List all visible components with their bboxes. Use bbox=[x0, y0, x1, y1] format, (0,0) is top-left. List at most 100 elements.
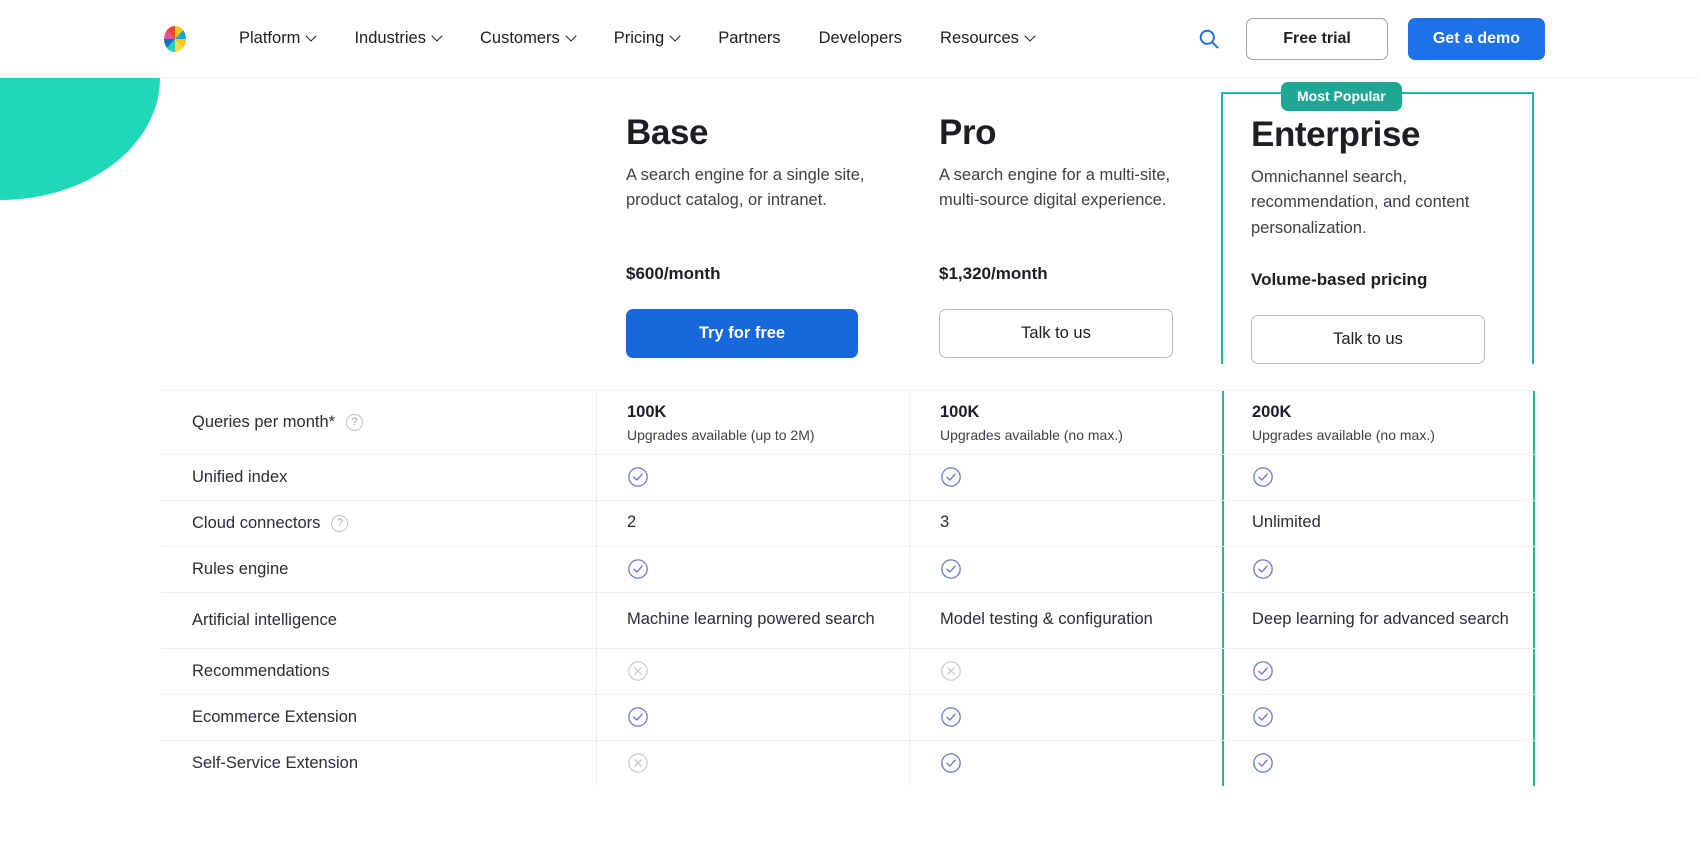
feature-value-text: 3 bbox=[940, 513, 950, 532]
nav-item-partners[interactable]: Partners bbox=[699, 23, 799, 54]
check-circle-icon bbox=[628, 559, 648, 580]
plan-price: Volume-based pricing bbox=[1251, 269, 1428, 289]
try-for-free-button[interactable]: Try for free bbox=[626, 308, 858, 358]
nav-label: Pricing bbox=[613, 29, 665, 47]
feature-value-text: Unlimited bbox=[1252, 513, 1321, 532]
elastic-logo[interactable] bbox=[160, 24, 190, 54]
check-circle-icon bbox=[1253, 467, 1273, 488]
feature-label-cell: Unified index bbox=[162, 455, 596, 500]
feature-value-cell-pro bbox=[909, 740, 1222, 786]
feature-label-cell: Ecommerce Extension bbox=[162, 695, 596, 740]
top-navigation-bar: Platform Industries Customers Pricing Pa… bbox=[0, 0, 1700, 78]
check-circle-icon bbox=[941, 467, 961, 488]
feature-value-cell-base bbox=[596, 546, 909, 592]
feature-label-cell: Queries per month*? bbox=[162, 391, 596, 454]
nav-label: Developers bbox=[818, 29, 903, 47]
plan-card-enterprise: Most Popular Enterprise Omnichannel sear… bbox=[1221, 82, 1534, 364]
nav-item-pricing[interactable]: Pricing bbox=[595, 23, 699, 54]
feature-value-text: Deep learning for advanced search bbox=[1252, 610, 1509, 629]
pricing-page-content: Base A search engine for a single site, … bbox=[0, 78, 1700, 786]
talk-to-us-button[interactable]: Talk to us bbox=[1251, 314, 1485, 364]
feature-label: Queries per month* bbox=[192, 412, 336, 431]
check-circle-icon bbox=[1253, 559, 1273, 580]
feature-value-cell-enterprise bbox=[1222, 740, 1535, 786]
plan-title: Base bbox=[626, 113, 709, 152]
x-circle-icon bbox=[941, 661, 961, 682]
feature-label: Cloud connectors bbox=[192, 513, 321, 532]
chevron-down-icon bbox=[1026, 32, 1035, 41]
feature-value-cell-base: Machine learning powered search bbox=[596, 592, 909, 648]
feature-label-cell: Artificial intelligence bbox=[162, 593, 596, 648]
feature-label: Self-Service Extension bbox=[192, 753, 358, 772]
feature-value-cell-enterprise bbox=[1222, 694, 1535, 740]
feature-comparison-table: Queries per month*? 100K Upgrades availabl… bbox=[162, 389, 1537, 786]
nav-label: Resources bbox=[940, 29, 1019, 47]
feature-value-text: 200K bbox=[1252, 402, 1292, 421]
plan-card-pro: Pro A search engine for a multi-site, mu… bbox=[909, 92, 1222, 364]
feature-value-cell-pro bbox=[909, 648, 1222, 694]
feature-value-cell-enterprise bbox=[1222, 546, 1535, 592]
table-row: Recommendations bbox=[162, 647, 1537, 694]
feature-value-text: 100K bbox=[940, 402, 980, 421]
plan-cards-row: Base A search engine for a single site, … bbox=[162, 78, 1537, 364]
table-row: Queries per month*? 100K Upgrades availabl… bbox=[162, 389, 1537, 454]
nav-item-resources[interactable]: Resources bbox=[921, 23, 1054, 54]
nav-label: Industries bbox=[354, 29, 426, 47]
feature-value-text: 2 bbox=[627, 513, 637, 532]
nav-item-industries[interactable]: Industries bbox=[335, 23, 461, 54]
feature-value-cell-enterprise: Deep learning for advanced search bbox=[1222, 592, 1535, 648]
plan-title: Pro bbox=[939, 113, 997, 152]
table-row: Artificial intelligence Machine learning … bbox=[162, 591, 1537, 648]
plan-description: Omnichannel search, recommendation, and … bbox=[1251, 167, 1470, 237]
feature-label-cell: Recommendations bbox=[162, 649, 596, 694]
free-trial-button[interactable]: Free trial bbox=[1246, 17, 1388, 60]
nav-item-platform[interactable]: Platform bbox=[220, 23, 335, 54]
feature-value-cell-pro: 100K Upgrades available (no max.) bbox=[909, 390, 1222, 454]
feature-value-cell-enterprise bbox=[1222, 454, 1535, 500]
chevron-down-icon bbox=[307, 32, 316, 41]
plan-card-base: Base A search engine for a single site, … bbox=[596, 92, 909, 364]
search-icon[interactable] bbox=[1192, 22, 1226, 56]
feature-value-cell-base bbox=[596, 694, 909, 740]
feature-label-cell: Self-Service Extension bbox=[162, 741, 596, 786]
nav-label: Customers bbox=[479, 29, 560, 47]
chevron-down-icon bbox=[567, 32, 576, 41]
feature-label-cell: Rules engine bbox=[162, 547, 596, 592]
plan-description: A search engine for a single site, produ… bbox=[626, 165, 865, 210]
check-circle-icon bbox=[628, 467, 648, 488]
table-row: Cloud connectors? 2 3 Unlimited bbox=[162, 499, 1537, 546]
feature-value-cell-base: 2 bbox=[596, 500, 909, 546]
nav-actions: Free trial Get a demo bbox=[1192, 17, 1545, 60]
talk-to-us-button[interactable]: Talk to us bbox=[939, 308, 1173, 358]
feature-value-cell-base bbox=[596, 740, 909, 786]
check-circle-icon bbox=[1253, 753, 1273, 774]
plan-title: Enterprise bbox=[1251, 115, 1421, 154]
feature-value-subtext: Upgrades available (no max.) bbox=[940, 426, 1123, 443]
chevron-down-icon bbox=[433, 32, 442, 41]
nav-label: Platform bbox=[239, 29, 301, 47]
feature-value-cell-enterprise: Unlimited bbox=[1222, 500, 1535, 546]
help-tooltip-icon[interactable]: ? bbox=[346, 413, 364, 431]
nav-item-developers[interactable]: Developers bbox=[800, 23, 921, 54]
feature-value-cell-pro bbox=[909, 694, 1222, 740]
primary-nav-links: Platform Industries Customers Pricing Pa… bbox=[220, 23, 1054, 54]
feature-value-text: Model testing & configuration bbox=[940, 610, 1153, 629]
x-circle-icon bbox=[628, 753, 648, 774]
nav-item-customers[interactable]: Customers bbox=[461, 23, 595, 54]
x-circle-icon bbox=[628, 661, 648, 682]
feature-value-cell-pro: 3 bbox=[909, 500, 1222, 546]
check-circle-icon bbox=[941, 559, 961, 580]
check-circle-icon bbox=[941, 707, 961, 728]
feature-value-cell-pro: Model testing & configuration bbox=[909, 592, 1222, 648]
nav-label: Partners bbox=[718, 29, 781, 47]
table-row: Unified index bbox=[162, 453, 1537, 500]
help-tooltip-icon[interactable]: ? bbox=[331, 514, 349, 532]
chevron-down-icon bbox=[671, 32, 680, 41]
plan-price: $600/month bbox=[626, 263, 721, 283]
get-a-demo-button[interactable]: Get a demo bbox=[1407, 17, 1545, 60]
feature-label: Unified index bbox=[192, 467, 288, 486]
feature-value-cell-base: 100K Upgrades available (up to 2M) bbox=[596, 390, 909, 454]
feature-value-text: Machine learning powered search bbox=[627, 610, 875, 629]
feature-value-subtext: Upgrades available (no max.) bbox=[1252, 426, 1435, 443]
feature-value-text: 100K bbox=[627, 402, 667, 421]
